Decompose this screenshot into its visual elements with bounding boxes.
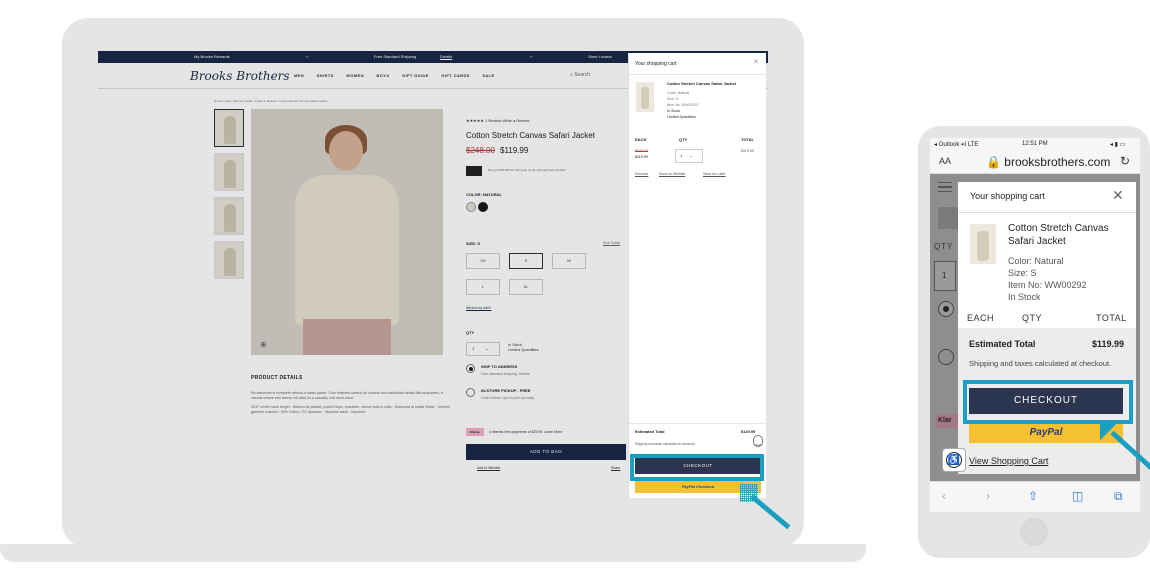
cart-title: Your shopping cart — [635, 61, 677, 67]
close-icon[interactable]: ✕ — [1112, 187, 1124, 204]
phone-status-bar: ◂ Outlook ▪ıl LTE 12:51 PM ◂ ▮ ▭ — [930, 138, 1140, 150]
hamburger-menu-icon — [938, 182, 952, 192]
chevron-down-icon: ⌄ — [689, 153, 693, 158]
phone-shipping-note: Shipping and taxes calculated at checkou… — [969, 359, 1112, 368]
phone-col-each: EACH — [967, 313, 995, 323]
phone-cart-item-name[interactable]: Cotton Stretch Canvas Safari Jacket — [1008, 222, 1132, 248]
cart-item-stock: In Stock — [667, 109, 680, 113]
cart-each-new: $119.99 — [635, 155, 648, 159]
laptop-base — [0, 544, 866, 562]
forward-icon[interactable]: › — [986, 489, 990, 503]
phone-cart-item-size: Size: S — [1008, 268, 1037, 278]
phone-cart-item-number: Item No: WW00292 — [1008, 280, 1087, 290]
reload-icon[interactable]: ↻ — [1120, 154, 1130, 168]
cart-qty-value: 1 — [680, 153, 683, 158]
cart-panel: Your shopping cart ✕ Cotton Stretch Canv… — [628, 53, 767, 498]
col-each: EACH — [635, 137, 647, 142]
cart-item-number: Item No: WW00292 — [667, 103, 699, 107]
chat-icon[interactable]: chat — [753, 435, 763, 447]
col-qty: QTY — [679, 137, 688, 142]
text-size-button[interactable]: AA — [939, 156, 951, 166]
estimated-total-amount: $119.99 — [741, 429, 756, 434]
accessibility-button[interactable]: ♿ — [942, 448, 966, 472]
cart-item-limited: Limited Quantities — [667, 115, 696, 119]
shipping-note: Shipping and taxes calculated at checkou… — [635, 442, 696, 446]
col-total: TOTAL — [741, 137, 754, 142]
cart-item-color: Color: Natural — [667, 91, 690, 95]
remove-link[interactable]: Remove — [635, 172, 648, 176]
phone-col-total: TOTAL — [1096, 313, 1127, 323]
safari-toolbar: ‹ › ⇧ ◫ ⧉ — [930, 481, 1140, 512]
estimated-total-label: Estimated Total — [635, 429, 665, 434]
view-shopping-cart-link[interactable]: View Shopping Cart — [969, 456, 1048, 466]
bookmarks-icon[interactable]: ◫ — [1072, 489, 1083, 503]
bg-radio-selected — [938, 301, 954, 317]
move-to-wishlist-link[interactable]: Move to Wishlist — [659, 172, 685, 176]
status-time: 12:51 PM — [1022, 141, 1048, 147]
phone-cart-item-color: Color: Natural — [1008, 256, 1064, 266]
cart-each-old: $248.00 — [635, 149, 648, 153]
status-battery: ◂ ▮ ▭ — [1110, 142, 1126, 148]
phone-estimated-total-amount: $119.99 — [1092, 339, 1125, 349]
back-icon[interactable]: ‹ — [942, 489, 946, 503]
checkout-highlight — [630, 454, 764, 481]
address-bar[interactable]: AA 🔒 brooksbrothers.com ↻ — [930, 150, 1140, 174]
cart-item-name[interactable]: Cotton Stretch Canvas Safari Jacket — [667, 81, 736, 86]
cart-item-size: Size: S — [667, 97, 679, 101]
bg-radio — [938, 349, 954, 365]
phone-checkout-highlight — [963, 380, 1133, 424]
home-button[interactable] — [1020, 518, 1048, 546]
phone-cart-item-stock: In Stock — [1008, 292, 1041, 302]
phone-cart-item-thumbnail[interactable] — [970, 224, 996, 264]
phone-cart-title: Your shopping cart — [970, 191, 1045, 201]
close-icon[interactable]: ✕ — [753, 58, 759, 66]
save-for-later-link[interactable]: Save for Later — [703, 172, 726, 176]
cart-item-thumbnail[interactable] — [636, 82, 654, 112]
share-icon[interactable]: ⇧ — [1028, 489, 1038, 503]
phone-estimated-total-label: Estimated Total — [969, 339, 1036, 349]
tabs-icon[interactable]: ⧉ — [1114, 489, 1123, 504]
bg-klarna-badge: Klar — [936, 414, 960, 428]
bg-qty-label: QTY — [934, 242, 954, 251]
bg-qty-box: 1 — [934, 261, 956, 291]
url-text[interactable]: 🔒 brooksbrothers.com — [986, 155, 1110, 169]
phone-col-qty: QTY — [1022, 313, 1043, 323]
accessibility-icon: ♿ — [946, 452, 962, 468]
cart-qty-select[interactable]: 1 ⌄ — [675, 149, 703, 163]
cart-line-total: $119.99 — [741, 149, 754, 153]
bg-qty-value: 1 — [942, 271, 947, 280]
status-carrier: ◂ Outlook ▪ıl LTE — [934, 142, 979, 148]
